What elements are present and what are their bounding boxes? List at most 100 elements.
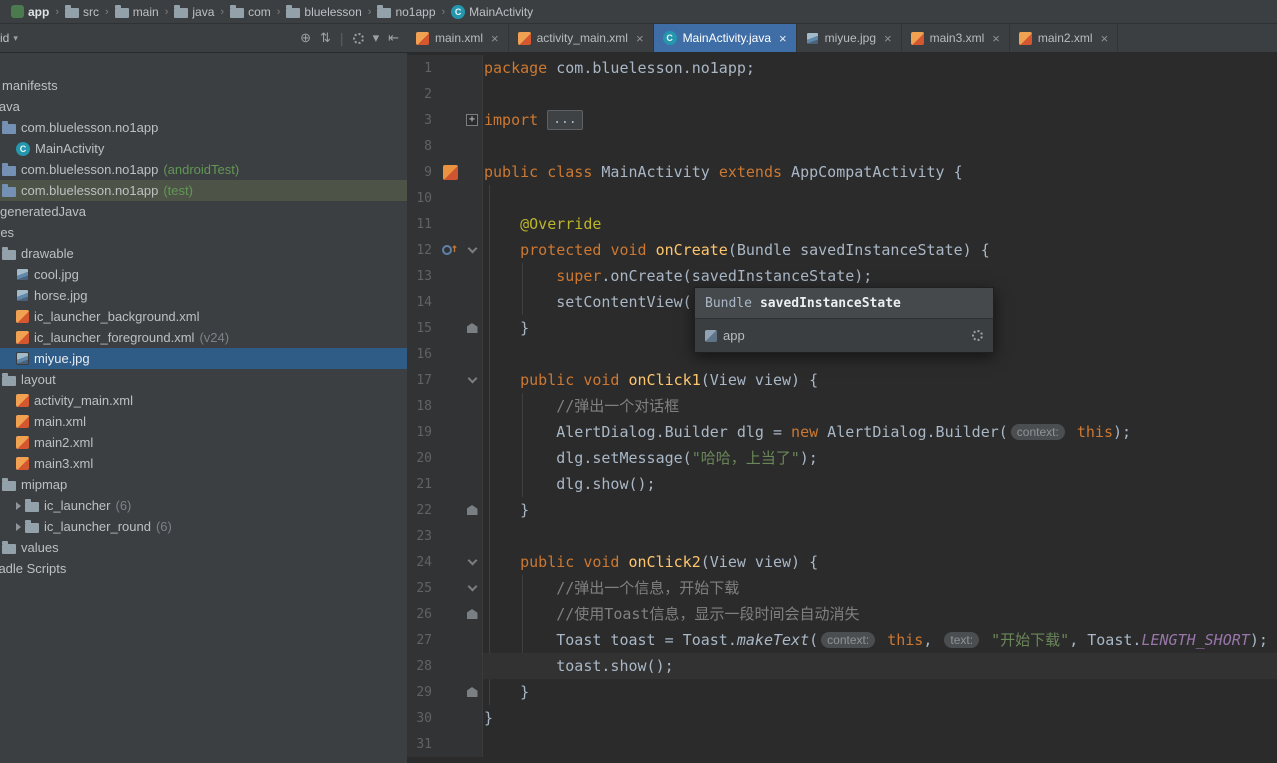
tab-main2.xml[interactable]: main2.xml ×: [1010, 24, 1119, 52]
line-number[interactable]: 17: [407, 373, 437, 388]
fold-collapse-icon[interactable]: [467, 555, 477, 565]
line-number[interactable]: 22: [407, 503, 437, 518]
tree-item-com-bluelesson-no1app[interactable]: com.bluelesson.no1app (androidTest): [0, 159, 407, 180]
code-text[interactable]: //弹出一个信息，开始下载: [483, 575, 1277, 601]
code-text[interactable]: dlg.show();: [483, 471, 1277, 497]
code-text[interactable]: //使用Toast信息，显示一段时间会自动消失: [483, 601, 1277, 627]
breadcrumb-item-main[interactable]: main: [112, 4, 162, 19]
code-text[interactable]: @Override: [483, 211, 1277, 237]
line-number[interactable]: 23: [407, 529, 437, 544]
line-number[interactable]: 19: [407, 425, 437, 440]
breadcrumb-item-app[interactable]: app: [8, 5, 52, 19]
tree-item-res[interactable]: res: [0, 222, 407, 243]
line-number[interactable]: 10: [407, 191, 437, 206]
tab-main3.xml[interactable]: main3.xml ×: [902, 24, 1010, 52]
fold-end-icon[interactable]: [466, 323, 478, 333]
close-icon[interactable]: ×: [992, 31, 1000, 46]
completion-item-app[interactable]: app: [695, 319, 993, 352]
fold-collapse-icon[interactable]: [467, 581, 477, 591]
code-text[interactable]: }: [483, 679, 1277, 705]
tab-MainActivity.java[interactable]: MainActivity.java ×: [653, 24, 797, 52]
tree-item-com-bluelesson-no1app[interactable]: com.bluelesson.no1app (test): [0, 180, 407, 201]
line-number[interactable]: 8: [407, 139, 437, 154]
collapse-all-icon[interactable]: ⇅: [320, 30, 331, 46]
line-number[interactable]: 31: [407, 737, 437, 752]
breadcrumb-item-src[interactable]: src: [62, 4, 102, 19]
code-text[interactable]: Toast toast = Toast. makeText(context: th…: [483, 627, 1277, 653]
line-number[interactable]: 30: [407, 711, 437, 726]
chevron-right-icon[interactable]: [16, 522, 21, 531]
android-class-icon[interactable]: [442, 164, 458, 180]
code-text[interactable]: }: [483, 705, 1277, 731]
tree-item-values[interactable]: values: [0, 537, 407, 558]
tab-miyue.jpg[interactable]: miyue.jpg ×: [797, 24, 902, 52]
tree-item-main-xml[interactable]: main.xml: [0, 411, 407, 432]
close-icon[interactable]: ×: [491, 31, 499, 46]
tree-item-miyue-jpg[interactable]: miyue.jpg: [0, 348, 407, 369]
line-number[interactable]: 18: [407, 399, 437, 414]
code-text[interactable]: [483, 523, 1277, 549]
code-text[interactable]: package com.bluelesson.no1app;: [483, 55, 1277, 81]
line-number[interactable]: 13: [407, 269, 437, 284]
breadcrumb-item-java[interactable]: java: [171, 4, 217, 19]
tree-item-main3-xml[interactable]: main3.xml: [0, 453, 407, 474]
line-number[interactable]: 24: [407, 555, 437, 570]
project-scope-selector[interactable]: id ▾: [0, 31, 18, 45]
tree-item-ic-launcher-background-xml[interactable]: ic_launcher_background.xml: [0, 306, 407, 327]
breadcrumb-item-com[interactable]: com: [227, 4, 274, 19]
line-number[interactable]: 15: [407, 321, 437, 336]
code-text[interactable]: dlg.setMessage("哈哈，上当了");: [483, 445, 1277, 471]
line-number[interactable]: 29: [407, 685, 437, 700]
line-number[interactable]: 20: [407, 451, 437, 466]
line-number[interactable]: 16: [407, 347, 437, 362]
tree-item-java[interactable]: java: [0, 96, 407, 117]
code-text[interactable]: protected void onCreate (Bundle savedInst…: [483, 237, 1277, 263]
editor-pane[interactable]: 1 package com.bluelesson.no1app; 2 3 + import…: [407, 53, 1277, 763]
code-text[interactable]: [483, 81, 1277, 107]
line-number[interactable]: 21: [407, 477, 437, 492]
gear-icon[interactable]: [972, 330, 983, 341]
gear-caret-icon[interactable]: ▾: [373, 30, 380, 46]
close-icon[interactable]: ×: [779, 31, 787, 46]
code-text[interactable]: AlertDialog.Builder dlg = new AlertDialo…: [483, 419, 1277, 445]
tree-item-com-bluelesson-no1app[interactable]: com.bluelesson.no1app: [0, 117, 407, 138]
tree-item-main2-xml[interactable]: main2.xml: [0, 432, 407, 453]
fold-collapse-icon[interactable]: [467, 373, 477, 383]
fold-collapse-icon[interactable]: [467, 243, 477, 253]
code-text[interactable]: super .onCreate(savedInstanceState);: [483, 263, 1277, 289]
close-icon[interactable]: ×: [884, 31, 892, 46]
tree-item-ic-launcher-foreground-xml[interactable]: ic_launcher_foreground.xml (v24): [0, 327, 407, 348]
project-tree-panel[interactable]: manifestsjavacom.bluelesson.no1appMainAc…: [0, 53, 407, 763]
line-number[interactable]: 3: [407, 113, 437, 128]
line-number[interactable]: 11: [407, 217, 437, 232]
code-text[interactable]: import ...: [483, 107, 1277, 133]
chevron-right-icon[interactable]: [16, 501, 21, 510]
fold-end-icon[interactable]: [466, 687, 478, 697]
close-icon[interactable]: ×: [1101, 31, 1109, 46]
tab-activity_main.xml[interactable]: activity_main.xml ×: [509, 24, 654, 52]
line-number[interactable]: 12: [407, 243, 437, 258]
tree-item-horse-jpg[interactable]: horse.jpg: [0, 285, 407, 306]
tree-item-drawable[interactable]: drawable: [0, 243, 407, 264]
locate-icon[interactable]: ⊕: [300, 30, 311, 46]
line-number[interactable]: 1: [407, 61, 437, 76]
line-number[interactable]: 25: [407, 581, 437, 596]
code-text[interactable]: public class MainActivity extends AppCom…: [483, 159, 1277, 185]
code-text[interactable]: public void onClick2 (View view) {: [483, 549, 1277, 575]
hide-panel-icon[interactable]: ⇤: [388, 30, 399, 46]
close-icon[interactable]: ×: [636, 31, 644, 46]
code-text[interactable]: [483, 133, 1277, 159]
gear-icon[interactable]: [352, 32, 364, 44]
breadcrumb-item-MainActivity[interactable]: MainActivity: [448, 4, 536, 19]
code-text[interactable]: [483, 185, 1277, 211]
line-number[interactable]: 2: [407, 87, 437, 102]
tree-item-ic-launcher-round[interactable]: ic_launcher_round (6): [0, 516, 407, 537]
line-number[interactable]: 9: [407, 165, 437, 180]
breadcrumb-item-bluelesson[interactable]: bluelesson: [283, 4, 364, 19]
code-text[interactable]: //弹出一个对话框: [483, 393, 1277, 419]
tree-item-gradle-scripts[interactable]: Gradle Scripts: [0, 558, 407, 579]
tree-item-cool-jpg[interactable]: cool.jpg: [0, 264, 407, 285]
code-text[interactable]: toast.show();: [483, 653, 1277, 679]
tree-item-layout[interactable]: layout: [0, 369, 407, 390]
tab-main.xml[interactable]: main.xml ×: [407, 24, 509, 52]
